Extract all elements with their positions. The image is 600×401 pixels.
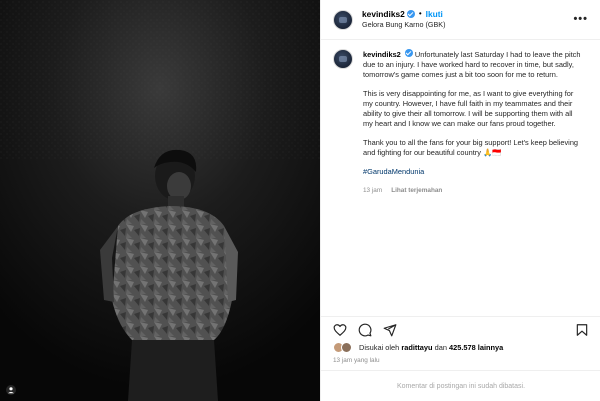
post-side-panel: kevindiks2 • Ikuti Gelora Bung Karno (GB… [320, 0, 600, 401]
caption-meta: 13 jam Lihat terjemahan [363, 186, 583, 196]
bookmark-icon[interactable] [575, 323, 589, 337]
separator-dot: • [418, 9, 422, 19]
caption-username[interactable]: kevindiks2 [363, 50, 401, 59]
author-info: kevindiks2 • Ikuti Gelora Bung Karno (GB… [362, 9, 446, 30]
liker-username[interactable]: radittayu [401, 343, 432, 352]
post-timestamp: 13 jam yang lalu [333, 357, 380, 364]
caption-hashtag[interactable]: #GarudaMendunia [363, 167, 583, 177]
likes-summary: Disukai oleh radittayu dan 425.578 lainn… [333, 342, 503, 353]
more-options-icon[interactable]: ••• [573, 14, 588, 25]
post-header: kevindiks2 • Ikuti Gelora Bung Karno (GB… [321, 0, 600, 40]
caption-time: 13 jam [363, 187, 383, 194]
liker-avatar [341, 342, 352, 353]
caption-body: kevindiks2 Unfortunately last Saturday I… [363, 49, 583, 325]
translate-link[interactable]: Lihat terjemahan [391, 186, 442, 196]
liker-avatars [333, 342, 355, 353]
user-tag-icon[interactable] [6, 385, 16, 395]
likes-conjunction: dan [434, 343, 447, 352]
follow-button[interactable]: Ikuti [426, 9, 443, 19]
heart-icon[interactable] [333, 323, 347, 337]
author-row: kevindiks2 • Ikuti [362, 9, 446, 19]
caption-section: kevindiks2 Unfortunately last Saturday I… [321, 40, 600, 325]
verified-badge-icon [406, 10, 415, 19]
author-username[interactable]: kevindiks2 [362, 9, 405, 19]
likes-prefix: Disukai oleh [359, 343, 400, 352]
caption-text-3: Thank you to all the fans for your big s… [363, 138, 579, 157]
post-location[interactable]: Gelora Bung Karno (GBK) [362, 21, 446, 30]
action-bar [321, 316, 600, 342]
likes-count[interactable]: 425.578 lainnya [449, 343, 503, 352]
comments-restricted-notice: Komentar di postingan ini sudah dibatasi… [321, 370, 600, 401]
player-photo [0, 0, 320, 401]
verified-badge-icon [404, 49, 413, 57]
share-icon[interactable] [383, 323, 397, 337]
caption-text-2: This is very disappointing for me, as I … [363, 89, 574, 128]
comment-icon[interactable] [358, 323, 372, 337]
caption-paragraph: kevindiks2 Unfortunately last Saturday I… [363, 49, 583, 80]
post-photo[interactable] [0, 0, 320, 401]
author-avatar[interactable] [333, 9, 353, 30]
caption-author-avatar[interactable] [333, 49, 353, 69]
